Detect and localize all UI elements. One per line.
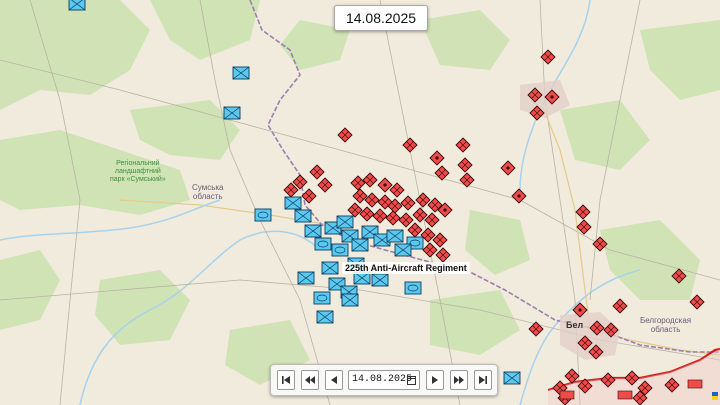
ukraine-unit-icon[interactable] — [297, 271, 315, 285]
ukraine-unit-icon[interactable] — [223, 106, 241, 120]
fast-forward-icon — [454, 376, 464, 384]
city-label-belgorod: Бел — [566, 320, 584, 330]
ukraine-unit-icon[interactable] — [336, 215, 354, 229]
ukraine-unit-icon[interactable] — [386, 229, 404, 243]
ukraine-unit-icon[interactable] — [316, 310, 334, 324]
ukraine-unit-icon[interactable] — [404, 281, 422, 295]
skip-last-icon — [479, 376, 487, 384]
first-frame-button[interactable] — [277, 370, 295, 390]
ukraine-unit-icon[interactable] — [254, 208, 272, 222]
ukraine-unit-icon[interactable] — [503, 371, 521, 385]
ukraine-unit-icon[interactable] — [294, 209, 312, 223]
ukraine-unit-icon[interactable] — [68, 0, 86, 11]
ukraine-unit-icon[interactable] — [341, 293, 359, 307]
step-back-icon — [331, 376, 337, 384]
fast-backward-button[interactable] — [301, 370, 319, 390]
rewind-icon — [305, 376, 315, 384]
play-button[interactable] — [426, 370, 444, 390]
ukraine-unit-icon[interactable] — [351, 238, 369, 252]
unit-tooltip: 225th Anti-Aircraft Regiment — [342, 262, 470, 274]
ukraine-unit-icon[interactable] — [313, 291, 331, 305]
timeline-date-input[interactable]: 14.08.2025 — [348, 370, 420, 390]
ukraine-flag-icon — [712, 392, 718, 400]
ukraine-unit-icon[interactable] — [394, 243, 412, 257]
step-backward-button[interactable] — [325, 370, 343, 390]
ukraine-unit-icon[interactable] — [371, 273, 389, 287]
calendar-icon[interactable] — [407, 375, 416, 385]
park-label: Регіональний ландшафтний парк «Сумський» — [110, 160, 166, 183]
last-frame-button[interactable] — [474, 370, 492, 390]
date-display: 14.08.2025 — [334, 5, 428, 31]
ukraine-unit-icon[interactable] — [304, 224, 322, 238]
timeline-date-value: 14.08.2025 — [352, 374, 413, 385]
play-icon — [432, 376, 438, 384]
map-canvas[interactable] — [0, 0, 720, 405]
ukraine-unit-icon[interactable] — [331, 243, 349, 257]
ukraine-unit-icon[interactable] — [232, 66, 250, 80]
fast-forward-button[interactable] — [450, 370, 468, 390]
ukraine-unit-icon[interactable] — [314, 237, 332, 251]
ukraine-unit-icon[interactable] — [321, 261, 339, 275]
ukraine-unit-icon[interactable] — [284, 196, 302, 210]
belgorod-region-label: Белгородская область — [640, 316, 692, 334]
timeline-controls: 14.08.2025 — [270, 364, 498, 396]
skip-first-icon — [282, 376, 290, 384]
sumy-region-label: Сумська область — [192, 183, 224, 201]
